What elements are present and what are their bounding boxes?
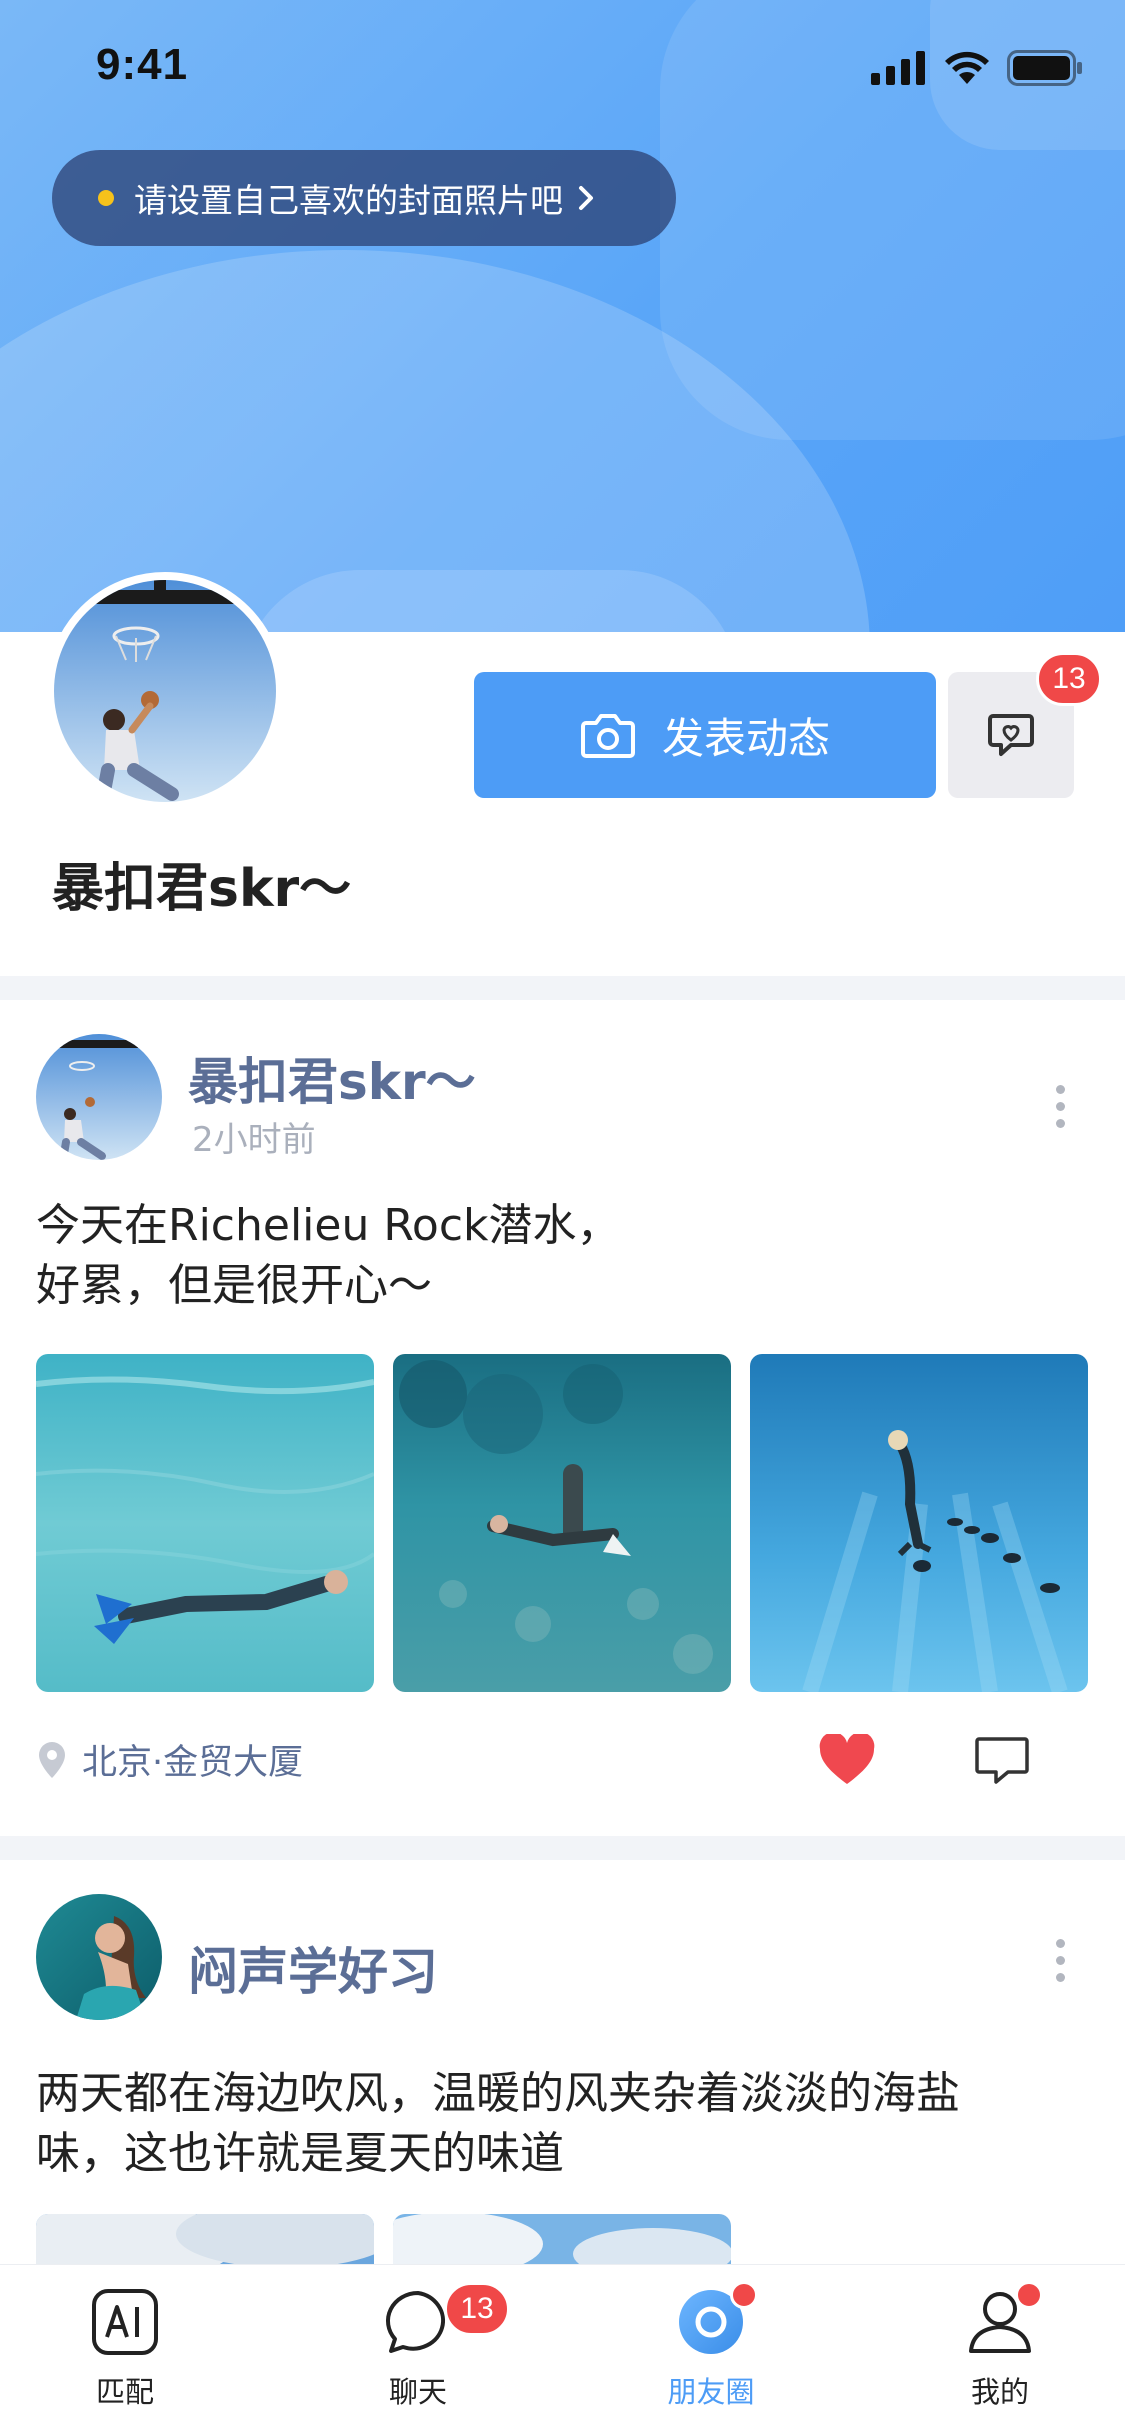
status-time: 9:41: [96, 40, 189, 89]
tip-dot: [98, 190, 114, 206]
post-moment-button[interactable]: 发表动态: [474, 672, 936, 798]
feed-post: 暴扣君skr～ 2小时前 今天在Richelieu Rock潜水， 好累，但是很…: [0, 1000, 1125, 1840]
post-author-name[interactable]: 暴扣君skr～: [188, 1042, 476, 1114]
post-photo[interactable]: [36, 1354, 374, 1692]
underwater-photo-3: [750, 1354, 1088, 1692]
bottom-tab-bar: 匹配 聊天 朋友圈 我的: [0, 2264, 1125, 2436]
post-photo[interactable]: [393, 2214, 731, 2264]
tab-label: 聊天: [388, 2375, 447, 2409]
ai-icon: [92, 2289, 158, 2355]
post-avatar-image: [36, 1034, 162, 1160]
tab-label: 朋友圈: [667, 2375, 755, 2409]
tab-label: 匹配: [95, 2375, 154, 2409]
post-author-avatar[interactable]: [36, 1034, 162, 1160]
underwater-photo-1: [36, 1354, 374, 1692]
me-dot-badge: [1015, 2281, 1043, 2309]
post-author-name[interactable]: 闷声学好习: [188, 1932, 438, 2004]
camera-icon: [580, 714, 635, 758]
feed-post: 闷声学好习 两天都在海边吹风，温暖的风夹杂着淡淡的海盐 味，这也许就是夏天的味道: [0, 1860, 1125, 2264]
chevron-right-icon: [579, 186, 593, 210]
set-cover-tip[interactable]: 请设置自己喜欢的封面照片吧: [52, 150, 676, 246]
moments-dot-badge: [730, 2281, 758, 2309]
underwater-photo-2: [393, 1354, 731, 1692]
post-content: 两天都在海边吹风，温暖的风夹杂着淡淡的海盐 味，这也许就是夏天的味道: [36, 2064, 1096, 2184]
sky-photo-2: [393, 2214, 731, 2264]
post-location-text: 北京·金贸大厦: [82, 1743, 304, 1783]
section-divider: [0, 1836, 1125, 1860]
post-time: 2小时前: [192, 1120, 316, 1160]
profile-avatar[interactable]: [46, 572, 284, 810]
tab-me[interactable]: 我的: [920, 2281, 1080, 2411]
post-content-line: 今天在Richelieu Rock潜水，: [36, 1200, 621, 1251]
battery-icon: [1007, 50, 1082, 86]
post-more-button[interactable]: [1040, 1930, 1080, 1990]
status-bar: 9:41: [0, 0, 1125, 132]
post-content-line: 两天都在海边吹风，温暖的风夹杂着淡淡的海盐: [36, 2068, 960, 2119]
status-icons: [871, 50, 1083, 86]
post-photo[interactable]: [750, 1354, 1088, 1692]
tab-moments[interactable]: 朋友圈: [631, 2281, 791, 2411]
profile-name: 暴扣君skr～: [52, 859, 352, 919]
location-pin-icon: [39, 1741, 65, 1778]
set-cover-tip-text: 请设置自己喜欢的封面照片吧: [134, 181, 563, 220]
cellular-signal-icon: [871, 51, 925, 85]
tab-label: 我的: [970, 2375, 1029, 2409]
tab-match[interactable]: 匹配: [45, 2287, 205, 2411]
comment-icon[interactable]: [974, 1736, 1030, 1786]
sky-photo-1: [36, 2214, 374, 2264]
post-content-line: 好累，但是很开心～: [36, 1260, 432, 1311]
section-divider: [0, 976, 1125, 1000]
chat-count-badge: 13: [444, 2282, 510, 2336]
basketball-avatar-image: [54, 580, 276, 802]
girl-avatar-image: [36, 1894, 162, 2020]
message-count-badge: 13: [1036, 652, 1102, 706]
post-photo[interactable]: [36, 2214, 374, 2264]
post-content-line: 味，这也许就是夏天的味道: [36, 2128, 564, 2179]
heart-message-icon: [988, 714, 1034, 756]
post-photo[interactable]: [393, 1354, 731, 1692]
wifi-icon: [945, 51, 989, 84]
like-heart-icon[interactable]: [818, 1734, 876, 1786]
post-author-avatar[interactable]: [36, 1894, 162, 2020]
post-content: 今天在Richelieu Rock潜水， 好累，但是很开心～: [36, 1196, 1096, 1316]
post-location[interactable]: 北京·金贸大厦: [36, 1734, 303, 1785]
post-moment-label: 发表动态: [661, 713, 830, 763]
chat-icon: [386, 2291, 446, 2353]
post-more-button[interactable]: [1040, 1076, 1080, 1136]
